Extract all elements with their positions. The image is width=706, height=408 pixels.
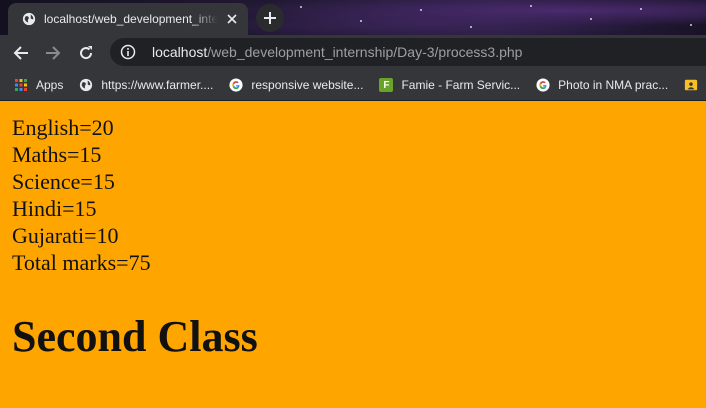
- close-tab-button[interactable]: [224, 11, 240, 27]
- new-tab-button[interactable]: [256, 4, 284, 32]
- address-bar[interactable]: localhost/web_development_internship/Day…: [110, 38, 706, 66]
- bookmark-apps[interactable]: Apps: [0, 73, 71, 97]
- apps-grid-icon: [15, 79, 27, 91]
- back-button[interactable]: [9, 41, 33, 65]
- close-icon: [227, 14, 237, 24]
- total-marks: Total marks=75: [12, 250, 151, 275]
- reload-button[interactable]: [74, 41, 98, 65]
- bookmark-responsive-website[interactable]: responsive website...: [221, 73, 371, 97]
- tab-title: localhost/web_development_internship/Day…: [44, 12, 218, 26]
- bookmark-label: Famie - Farm Servic...: [401, 78, 521, 92]
- bookmark-label: https://www.farmer....: [101, 78, 214, 92]
- famie-favicon-icon: F: [379, 78, 394, 92]
- active-tab[interactable]: localhost/web_development_internship/Day…: [8, 3, 248, 35]
- url-host: localhost: [152, 44, 208, 60]
- bookmark-photo-nma[interactable]: Photo in NMA prac...: [528, 73, 676, 97]
- bookmark-label: Photo in NMA prac...: [558, 78, 669, 92]
- mark-english: English=20: [12, 115, 114, 140]
- image-icon: [685, 79, 698, 91]
- mark-maths: Maths=15: [12, 142, 102, 167]
- mark-gujarati: Gujarati=10: [12, 223, 119, 248]
- url-text: localhost/web_development_internship/Day…: [152, 44, 522, 60]
- bookmark-label: responsive website...: [251, 78, 364, 92]
- tab-strip: localhost/web_development_internship/Day…: [0, 0, 706, 35]
- google-icon: [536, 78, 550, 92]
- google-icon: [229, 78, 243, 92]
- url-path: /web_development_internship/Day-3/proces…: [207, 44, 523, 60]
- mark-science: Science=15: [12, 169, 115, 194]
- forward-button[interactable]: [41, 41, 65, 65]
- globe-icon: [22, 12, 36, 26]
- arrow-left-icon: [13, 46, 28, 60]
- info-icon[interactable]: [120, 44, 136, 60]
- bookmark-overflow[interactable]: [676, 73, 706, 97]
- result-heading: Second Class: [12, 312, 258, 361]
- bookmark-famie[interactable]: F Famie - Farm Servic...: [371, 73, 528, 97]
- arrow-right-icon: [46, 46, 61, 60]
- page-content: English=20 Maths=15 Science=15 Hindi=15 …: [0, 102, 706, 408]
- reload-icon: [80, 46, 93, 60]
- bookmarks-bar: Apps https://www.farmer.... responsive w…: [0, 70, 706, 101]
- globe-icon: [80, 78, 93, 92]
- bookmark-label: Apps: [36, 78, 64, 92]
- plus-icon: [264, 12, 276, 24]
- bookmark-farmer[interactable]: https://www.farmer....: [71, 73, 221, 97]
- mark-hindi: Hindi=15: [12, 196, 97, 221]
